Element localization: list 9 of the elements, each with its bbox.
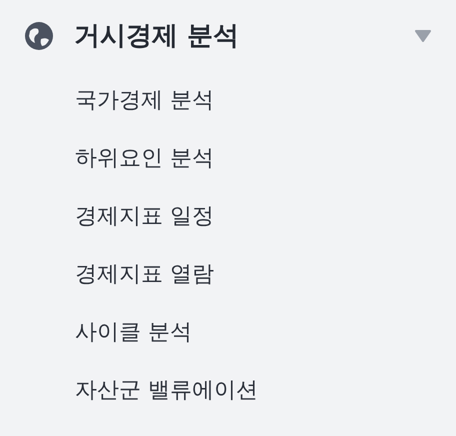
menu-item[interactable]: 경제지표 일정 (75, 188, 214, 246)
menu-item[interactable]: 사이클 분석 (75, 304, 192, 362)
menu-item[interactable]: 경제지표 열람 (75, 246, 214, 304)
menu-title[interactable]: 거시경제 분석 (74, 16, 240, 56)
menu-item[interactable]: 국가경제 분석 (75, 72, 214, 130)
menu-item[interactable]: 하위요인 분석 (75, 130, 214, 188)
menu-item[interactable]: 자산군 밸류에이션 (75, 362, 258, 420)
globe-icon (24, 21, 54, 51)
caret-icon[interactable] (414, 29, 432, 43)
